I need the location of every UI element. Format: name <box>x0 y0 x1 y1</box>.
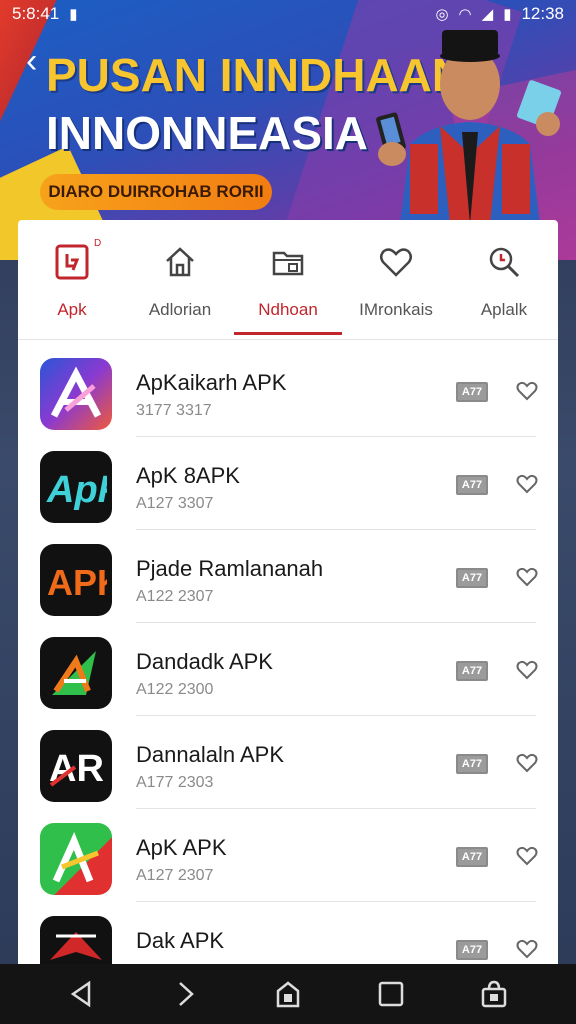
navigation-bar <box>0 964 576 1024</box>
list-item[interactable]: ApKaikarh APK 3177 3317 A77 <box>18 344 558 437</box>
app-badge: A77 <box>456 661 488 681</box>
status-time: 5:8:41 <box>12 4 60 23</box>
tab-imronkais[interactable]: IMronkais <box>342 220 450 339</box>
notification-icon: ▮ <box>69 6 78 23</box>
search-icon <box>486 242 522 282</box>
banner-subtitle: INNONNEASIA <box>46 107 369 159</box>
favorite-icon[interactable] <box>516 380 538 402</box>
svg-text:APK: APK <box>47 562 107 603</box>
wifi-icon: ◠ <box>458 6 472 23</box>
svg-text:ApP: ApP <box>46 469 107 511</box>
app-version: A127 2307 <box>136 867 214 884</box>
app-name: ApKaikarh APK <box>136 370 287 395</box>
app-badge: A77 <box>456 754 488 774</box>
bag-nav-button[interactable] <box>476 976 512 1012</box>
favorite-icon[interactable] <box>516 659 538 681</box>
app-icon <box>40 637 112 709</box>
person-illustration <box>376 30 561 224</box>
signal-icon: ◢ <box>481 6 494 23</box>
app-name: Dak APK <box>136 928 225 953</box>
app-version: A122 2307 <box>136 588 214 605</box>
status-clock: 12:38 <box>521 4 564 23</box>
app-name: ApK APK <box>136 835 227 860</box>
svg-text:AR: AR <box>49 748 104 790</box>
app-badge: A77 <box>456 847 488 867</box>
favorite-icon[interactable] <box>516 845 538 867</box>
app-badge: A77 <box>456 568 488 588</box>
app-badge: A77 <box>456 382 488 402</box>
active-tab-indicator <box>234 332 342 335</box>
alarm-icon: ◎ <box>435 6 449 23</box>
home-icon <box>162 242 198 282</box>
tab-apk[interactable]: D Apk <box>18 220 126 339</box>
content-card: D Apk Adlorian Ndhoan IMronkais Aplalk A… <box>18 220 558 964</box>
banner-cta-button[interactable]: DIARO DUIRROHAB RORII <box>40 174 272 210</box>
list-item[interactable]: ApK APK A127 2307 A77 <box>18 809 558 902</box>
tab-label: IMronkais <box>359 300 433 319</box>
status-bar: 5:8:41 ▮ ◎ ◠ ◢ ▮ 12:38 <box>0 0 576 28</box>
app-name: Dandadk APK <box>136 649 273 674</box>
list-item[interactable]: Dandadk APK A122 2300 A77 <box>18 623 558 716</box>
tab-label: Ndhoan <box>258 300 318 319</box>
app-icon <box>40 358 112 430</box>
back-nav-button[interactable] <box>64 976 100 1012</box>
app-version: A122 2300 <box>136 681 214 698</box>
favorite-icon[interactable] <box>516 938 538 960</box>
tab-label: Adlorian <box>148 300 212 319</box>
forward-nav-button[interactable] <box>167 976 203 1012</box>
app-name: Pjade Ramlananah <box>136 556 324 581</box>
back-arrow-icon[interactable]: ‹ <box>26 44 37 78</box>
heart-icon <box>378 242 414 282</box>
app-icon <box>40 916 112 964</box>
list-item[interactable]: APK Pjade Ramlananah A122 2307 A77 <box>18 530 558 623</box>
tab-aplalk[interactable]: Aplalk <box>450 220 558 339</box>
tab-label: Apk <box>57 300 87 319</box>
favorite-icon[interactable] <box>516 473 538 495</box>
app-icon: APK <box>40 544 112 616</box>
app-name: Dannalaln APK <box>136 742 284 767</box>
app-list: ApKaikarh APK 3177 3317 A77 ApP ApK 8APK… <box>18 340 558 964</box>
app-badge: A77 <box>456 940 488 960</box>
app-version: A127 3307 <box>136 495 214 512</box>
favorite-icon[interactable] <box>516 752 538 774</box>
package-icon <box>54 242 90 282</box>
app-version: 3177 3317 <box>136 402 212 419</box>
app-badge: A77 <box>456 475 488 495</box>
app-icon: ApP <box>40 451 112 523</box>
app-name: ApK 8APK <box>136 463 240 488</box>
tab-badge: D <box>94 238 102 249</box>
tab-bar: D Apk Adlorian Ndhoan IMronkais Aplalk <box>18 220 558 340</box>
shopping-bag-icon <box>482 980 507 1008</box>
battery-icon: ▮ <box>503 6 512 23</box>
tab-adlorian[interactable]: Adlorian <box>126 220 234 339</box>
favorite-icon[interactable] <box>516 566 538 588</box>
tab-ndhoan[interactable]: Ndhoan <box>234 220 342 339</box>
tab-label: Aplalk <box>480 300 528 319</box>
app-icon <box>40 823 112 895</box>
list-item[interactable]: AR Dannalaln APK A177 2303 A77 <box>18 716 558 809</box>
home-nav-button[interactable] <box>270 976 306 1012</box>
folder-icon <box>270 242 306 282</box>
home-lock-icon <box>276 981 300 1008</box>
list-item[interactable]: Dak APK A77 <box>18 902 558 964</box>
list-item[interactable]: ApP ApK 8APK A127 3307 A77 <box>18 437 558 530</box>
app-icon: AR <box>40 730 112 802</box>
recents-nav-button[interactable] <box>373 976 409 1012</box>
square-icon <box>378 981 404 1007</box>
chevron-right-icon <box>178 982 194 1006</box>
back-triangle-icon <box>70 980 90 1008</box>
app-version: A177 2303 <box>136 774 214 791</box>
